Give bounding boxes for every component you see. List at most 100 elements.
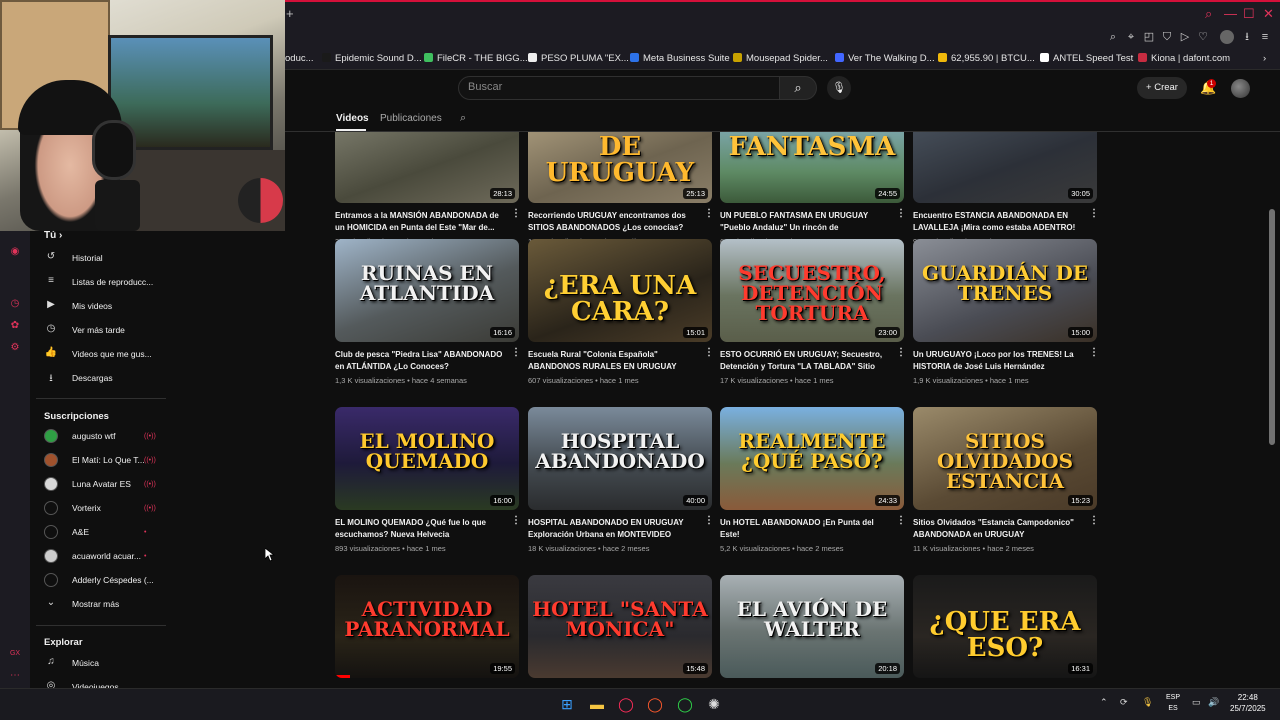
language-indicator[interactable]: ESP ES: [1166, 692, 1180, 714]
video-title[interactable]: Recorriendo URUGUAY encontramos dos SITI…: [528, 210, 700, 234]
mic-tray-icon[interactable]: 🎙: [1142, 697, 1153, 708]
video-thumbnail[interactable]: REALMENTE ¿QUÉ PASÓ? 24:33: [720, 407, 904, 510]
snapshot-icon[interactable]: ◰: [1142, 30, 1156, 44]
video-thumbnail[interactable]: SECUESTRO, DETENCIÓN TORTURA 23:00: [720, 239, 904, 342]
start-icon[interactable]: ⊞: [557, 694, 577, 714]
video-thumbnail[interactable]: ACTIVIDAD PARANORMAL 19:55: [335, 575, 519, 678]
bookmark-item[interactable]: PESO PLUMA "EX...: [528, 53, 629, 64]
app-icon[interactable]: ✺: [704, 694, 724, 714]
video-thumbnail[interactable]: DE URUGUAY 25:13: [528, 132, 712, 203]
more-actions-icon[interactable]: ⋮: [704, 208, 714, 219]
video-thumbnail[interactable]: FANTASMA 24:55: [720, 132, 904, 203]
sidebar-item-history[interactable]: ↺ Historial: [44, 249, 166, 269]
channel-search-icon[interactable]: ⌕: [460, 112, 466, 125]
sidebar-item-liked-videos[interactable]: 👍 Videos que me gus...: [44, 345, 166, 365]
more-actions-icon[interactable]: ⋮: [1089, 515, 1099, 526]
video-title[interactable]: ESTO OCURRIÓ EN URUGUAY; Secuestro, Dete…: [720, 349, 892, 373]
video-title[interactable]: Sitios Olvidados "Estancia Campodonico" …: [913, 517, 1085, 541]
player-icon[interactable]: ◉: [9, 246, 21, 258]
extensions-icon[interactable]: ✿: [9, 320, 21, 332]
search-input[interactable]: [458, 76, 780, 100]
zoom-icon[interactable]: ⌕: [1106, 30, 1120, 44]
maximize-button[interactable]: ☐: [1243, 6, 1255, 22]
account-avatar[interactable]: [1231, 79, 1250, 98]
more-actions-icon[interactable]: ⋮: [1089, 208, 1099, 219]
more-actions-icon[interactable]: ⋮: [511, 515, 521, 526]
subscription-item[interactable]: El Matí: Lo Que T... ((•)): [44, 451, 166, 471]
pin-icon[interactable]: ⌖: [1124, 30, 1138, 44]
sidebar-item-my-videos[interactable]: ▶ Mis videos: [44, 297, 166, 317]
opera-icon[interactable]: ◯: [645, 694, 665, 714]
more-actions-icon[interactable]: ⋮: [896, 208, 906, 219]
tray-chevron-icon[interactable]: ⌃: [1100, 697, 1108, 708]
video-thumbnail[interactable]: RUINAS EN ATLANTIDA 16:16: [335, 239, 519, 342]
sidebar-item-playlists[interactable]: ≡ Listas de reproducc...: [44, 273, 166, 293]
more-actions-icon[interactable]: ⋮: [896, 347, 906, 358]
sync-icon[interactable]: ⟳: [1120, 697, 1128, 708]
video-thumbnail[interactable]: EL MOLINO QUEMADO 16:00: [335, 407, 519, 510]
history-icon[interactable]: ◷: [9, 298, 21, 310]
video-title[interactable]: Un HOTEL ABANDONADO ¡En Punta del Este!: [720, 517, 892, 541]
bookmark-item[interactable]: FileCR - THE BIGG...: [424, 53, 528, 64]
subscription-item[interactable]: acuaworld acuar... •: [44, 547, 166, 567]
video-title[interactable]: UN PUEBLO FANTASMA EN URUGUAY "Pueblo An…: [720, 210, 892, 234]
voice-search-button[interactable]: 🎙: [827, 76, 851, 100]
search-icon[interactable]: ⌕: [1205, 6, 1212, 22]
system-clock[interactable]: 22:48 25/7/2025: [1230, 692, 1266, 714]
heart-icon[interactable]: ♡: [1196, 30, 1210, 44]
search-button[interactable]: ⌕: [779, 76, 817, 100]
video-thumbnail[interactable]: ¿QUE ERA ESO? 16:31: [913, 575, 1097, 678]
more-actions-icon[interactable]: ⋮: [511, 208, 521, 219]
bookmark-item[interactable]: Epidemic Sound D...: [322, 53, 422, 64]
bookmark-item[interactable]: Mousepad Spider...: [733, 53, 828, 64]
video-thumbnail[interactable]: ¿ERA UNA CARA? 15:01: [528, 239, 712, 342]
xbox-icon[interactable]: ◯: [675, 694, 695, 714]
video-title[interactable]: Entramos a la MANSIÓN ABANDONADA de un H…: [335, 210, 507, 234]
video-thumbnail[interactable]: SITIOS OLVIDADOS ESTANCIA 15:23: [913, 407, 1097, 510]
subscription-item[interactable]: A&E •: [44, 523, 166, 543]
more-icon[interactable]: ⋯: [9, 670, 21, 682]
subscription-item[interactable]: Adderly Céspedes (...: [44, 571, 166, 591]
more-actions-icon[interactable]: ⋮: [896, 515, 906, 526]
video-thumbnail[interactable]: 30:05: [913, 132, 1097, 203]
video-title[interactable]: Un URUGUAYO ¡Loco por los TRENES! La HIS…: [913, 349, 1085, 373]
more-actions-icon[interactable]: ⋮: [1089, 347, 1099, 358]
subscription-item[interactable]: Vorterix ((•)): [44, 499, 166, 519]
video-thumbnail[interactable]: GUARDIÁN DE TRENES 15:00: [913, 239, 1097, 342]
bookmark-item[interactable]: 62,955.90 | BTCU...: [938, 53, 1035, 64]
subscription-item[interactable]: augusto wtf ((•)): [44, 427, 166, 447]
video-thumbnail[interactable]: HOTEL "SANTA MONICA" 15:48: [528, 575, 712, 678]
show-more-button[interactable]: ⌄ Mostrar más: [44, 595, 166, 615]
download-icon[interactable]: ⭳: [1240, 30, 1254, 44]
new-tab-button[interactable]: +: [286, 6, 294, 21]
menu-icon[interactable]: ≡: [1258, 30, 1272, 44]
shield-icon[interactable]: ⛉: [1160, 30, 1174, 44]
tab-videos[interactable]: Videos: [336, 113, 369, 124]
video-thumbnail[interactable]: 28:13: [335, 132, 519, 203]
you-section-title[interactable]: Tú ›: [44, 230, 62, 241]
close-button[interactable]: ✕: [1263, 6, 1274, 22]
video-thumbnail[interactable]: HOSPITAL ABANDONADO 40:00: [528, 407, 712, 510]
profile-avatar[interactable]: [1220, 30, 1234, 44]
video-title[interactable]: EL MOLINO QUEMADO ¿Qué fue lo que escuch…: [335, 517, 507, 541]
video-title[interactable]: HOSPITAL ABANDONADO EN URUGUAY Exploraci…: [528, 517, 700, 541]
explore-item[interactable]: ♫ Música: [44, 654, 166, 674]
bookmark-item[interactable]: Kiona | dafont.com: [1138, 53, 1230, 64]
more-actions-icon[interactable]: ⋮: [511, 347, 521, 358]
video-thumbnail[interactable]: EL AVIÓN DE WALTER 20:18: [720, 575, 904, 678]
settings-icon[interactable]: ⚙: [9, 342, 21, 354]
video-title[interactable]: Escuela Rural "Colonia Española" ABANDON…: [528, 349, 700, 373]
video-title[interactable]: Encuentro ESTANCIA ABANDONADA EN LAVALLE…: [913, 210, 1085, 234]
more-actions-icon[interactable]: ⋮: [704, 515, 714, 526]
network-icon[interactable]: ▭: [1192, 697, 1201, 708]
bookmark-item[interactable]: Meta Business Suite: [630, 53, 730, 64]
sidebar-item-downloads[interactable]: ⭳ Descargas: [44, 369, 166, 389]
bookmark-item[interactable]: ANTEL Speed Test: [1040, 53, 1133, 64]
create-button[interactable]: + Crear: [1137, 77, 1187, 99]
bookmark-item[interactable]: Ver The Walking D...: [835, 53, 935, 64]
gx-icon[interactable]: GX: [9, 650, 21, 662]
volume-icon[interactable]: 🔊: [1208, 697, 1219, 708]
opera-gx-icon[interactable]: ◯: [616, 694, 636, 714]
video-title[interactable]: Club de pesca "Piedra Lisa" ABANDONADO e…: [335, 349, 507, 373]
minimize-button[interactable]: —: [1224, 6, 1237, 21]
